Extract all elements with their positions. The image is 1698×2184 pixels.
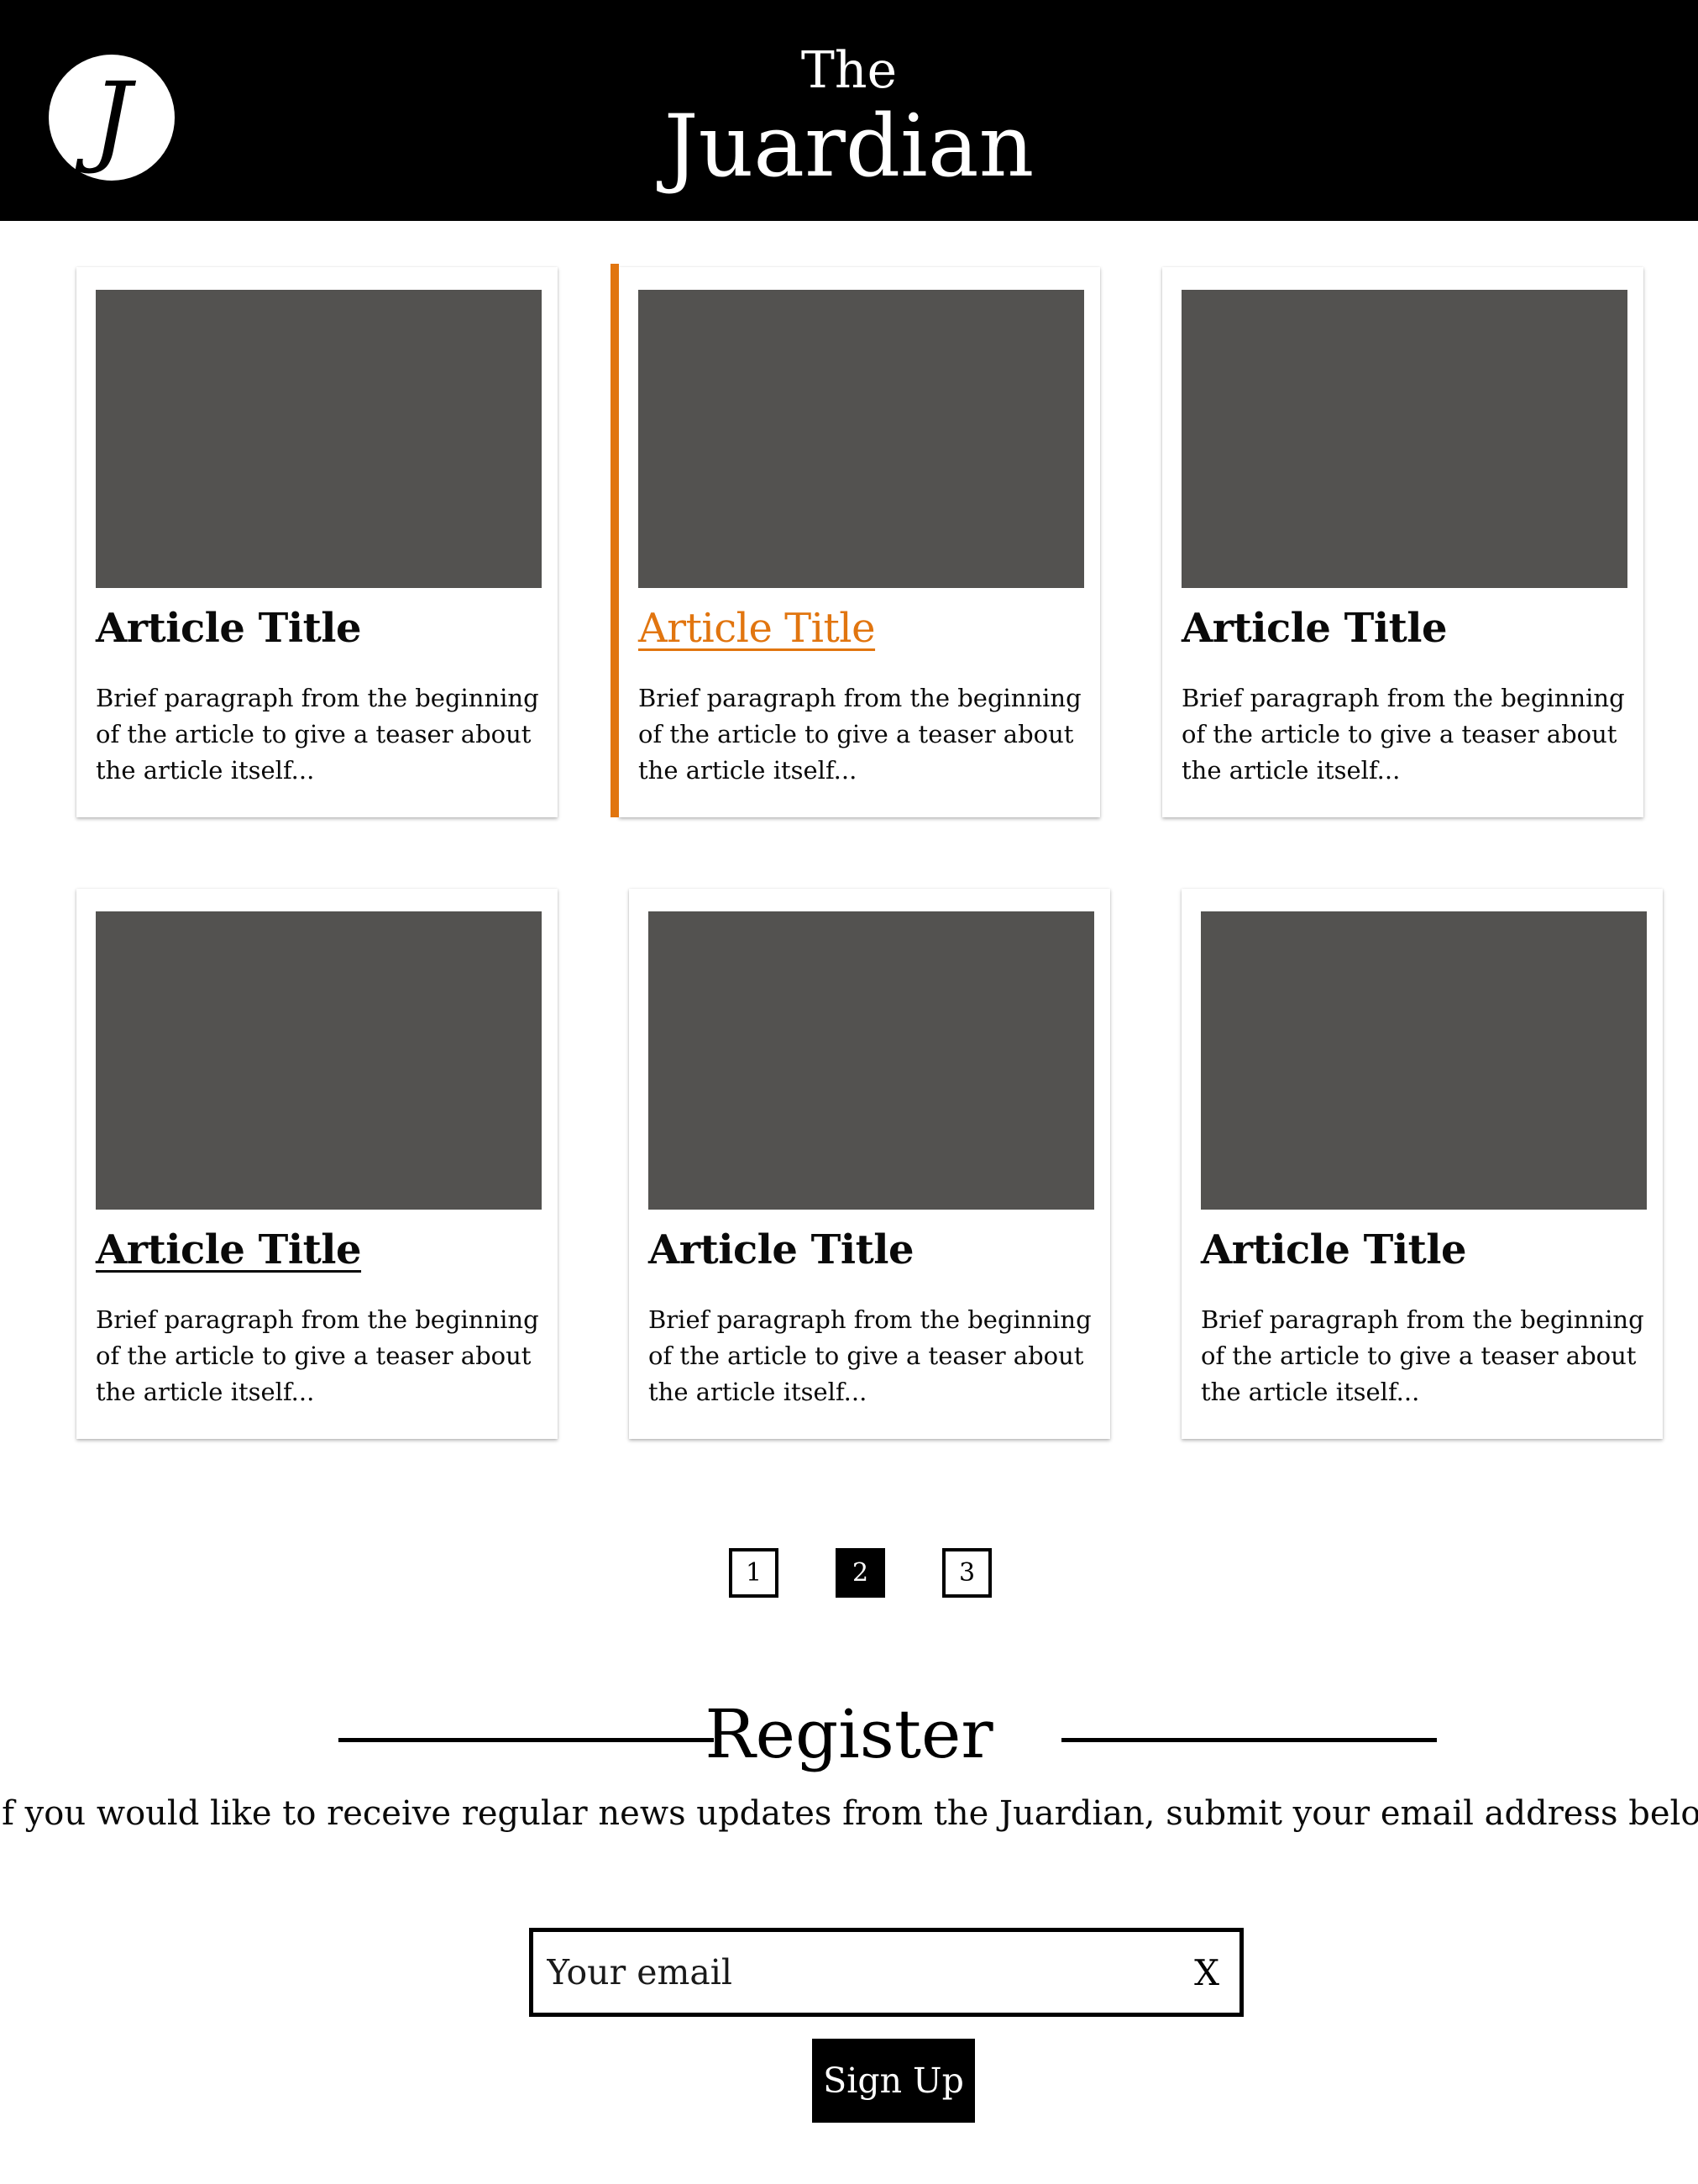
article-teaser: Brief paragraph from the beginning of th… xyxy=(1182,684,1625,785)
article-card-3[interactable]: Article Title Brief paragraph from the b… xyxy=(1162,267,1643,817)
site-title-name: Juardian xyxy=(663,97,1035,197)
divider-right xyxy=(1061,1738,1437,1742)
site-title-prefix: The xyxy=(800,41,898,100)
article-image[interactable] xyxy=(96,911,542,1210)
article-image[interactable] xyxy=(638,290,1084,588)
page-button-1[interactable]: 1 xyxy=(729,1548,778,1598)
sign-up-button[interactable]: Sign Up xyxy=(812,2039,975,2123)
article-teaser: Brief paragraph from the beginning of th… xyxy=(638,684,1082,785)
article-image[interactable] xyxy=(96,290,542,588)
page-button-3[interactable]: 3 xyxy=(942,1548,992,1598)
email-input[interactable] xyxy=(547,1947,1135,1998)
article-title[interactable]: Article Title xyxy=(648,1225,915,1275)
article-teaser: Brief paragraph from the beginning of th… xyxy=(96,684,539,785)
article-teaser: Brief paragraph from the beginning of th… xyxy=(648,1305,1092,1406)
article-teaser: Brief paragraph from the beginning of th… xyxy=(1201,1305,1644,1406)
page-button-2-current[interactable]: 2 xyxy=(836,1548,885,1598)
article-card-2[interactable]: Article Title Brief paragraph from the b… xyxy=(611,264,1100,817)
register-title: Register xyxy=(705,1695,993,1773)
article-title[interactable]: Article Title xyxy=(638,603,876,654)
clear-email-button[interactable]: X xyxy=(1194,1949,1219,1998)
article-image[interactable] xyxy=(648,911,1094,1210)
article-title[interactable]: Article Title xyxy=(1201,1225,1467,1275)
article-image[interactable] xyxy=(1182,290,1627,588)
article-image[interactable] xyxy=(1201,911,1647,1210)
site-title: The Juardian xyxy=(0,40,1698,193)
article-title[interactable]: Article Title xyxy=(1182,603,1448,654)
article-card-6[interactable]: Article Title Brief paragraph from the b… xyxy=(1182,889,1663,1439)
article-title[interactable]: Article Title xyxy=(96,1225,362,1275)
email-field[interactable]: X xyxy=(529,1928,1244,2017)
register-description: If you would like to receive regular new… xyxy=(0,1794,1698,1833)
site-header: J The Juardian xyxy=(0,0,1698,221)
pagination: 1 2 3 xyxy=(0,1548,1698,1599)
article-teaser: Brief paragraph from the beginning of th… xyxy=(96,1305,539,1406)
article-card-5[interactable]: Article Title Brief paragraph from the b… xyxy=(629,889,1110,1439)
register-heading: Register xyxy=(0,1693,1698,1777)
article-card-1[interactable]: Article Title Brief paragraph from the b… xyxy=(76,267,558,817)
page: J The Juardian Article Title Brief parag… xyxy=(0,0,1698,2184)
article-title[interactable]: Article Title xyxy=(96,603,362,654)
article-card-4[interactable]: Article Title Brief paragraph from the b… xyxy=(76,889,558,1439)
